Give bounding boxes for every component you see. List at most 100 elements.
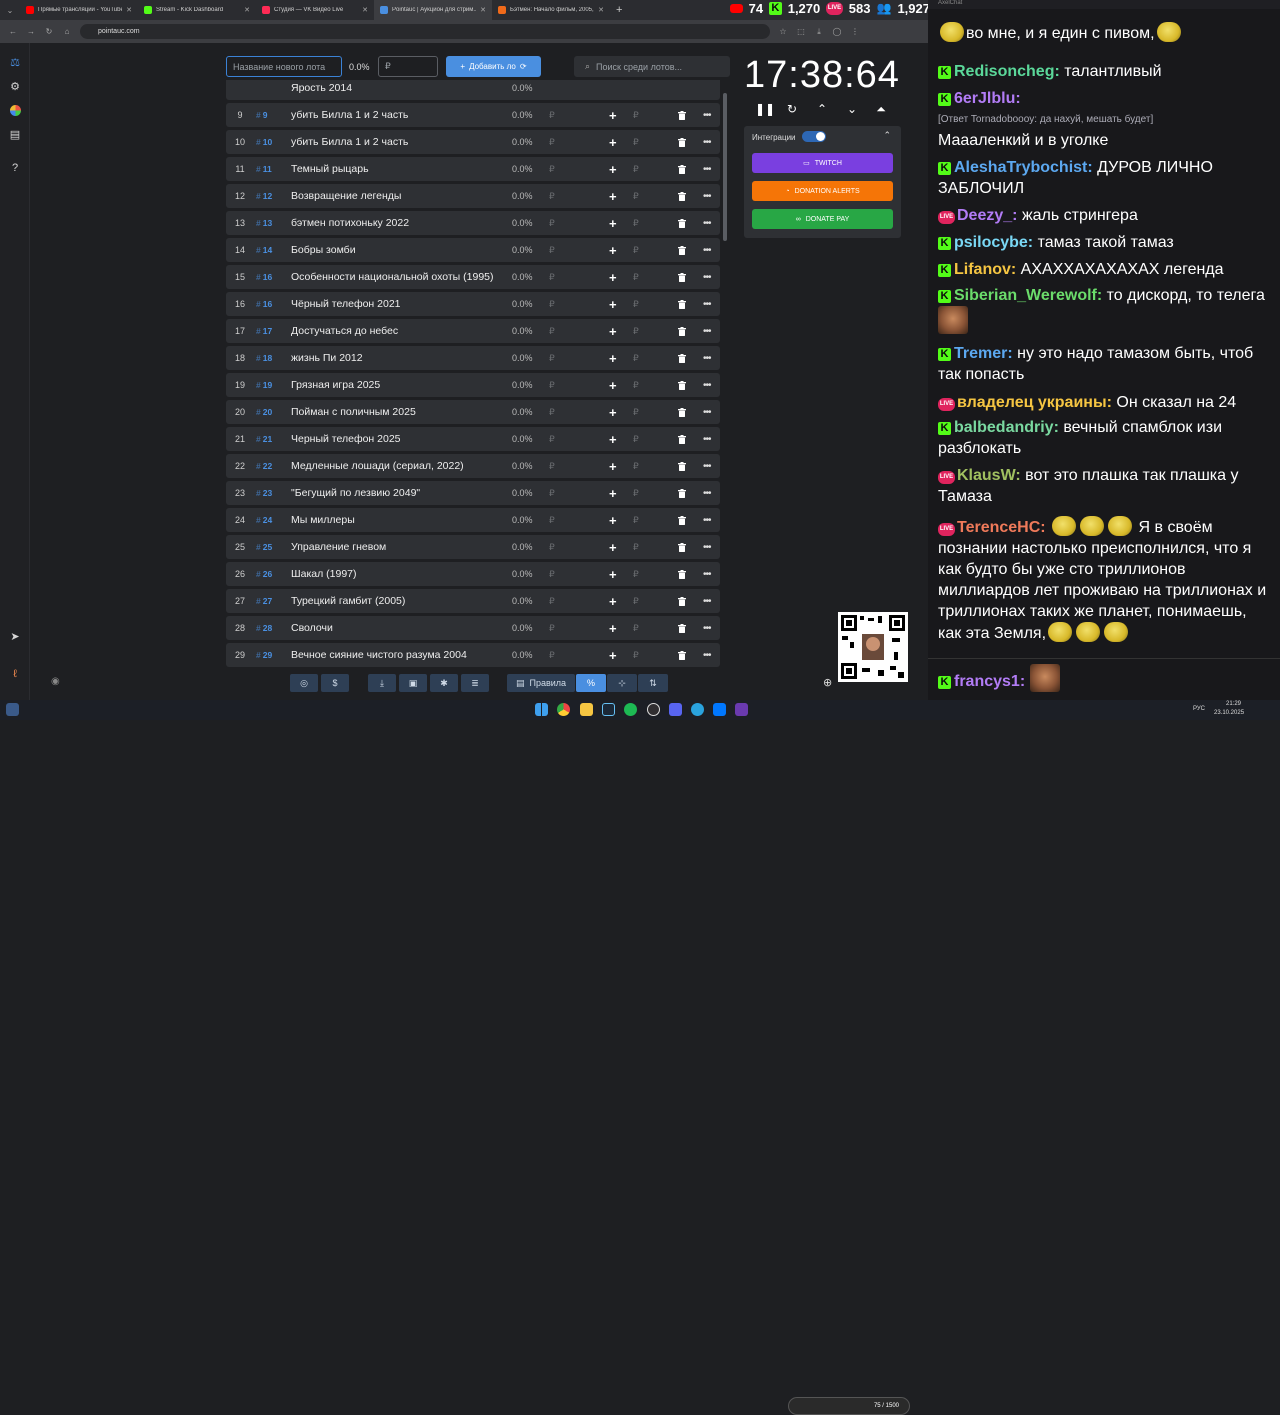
lot-extra-amount[interactable]: ₽ <box>633 137 639 148</box>
lot-name[interactable]: бэтмен потихоньку 2022 <box>291 217 409 229</box>
add-amount-icon[interactable]: + <box>609 351 617 366</box>
trash-icon[interactable] <box>678 299 686 309</box>
add-amount-icon[interactable]: + <box>609 162 617 177</box>
add-amount-icon[interactable]: + <box>609 135 617 150</box>
more-icon[interactable]: ••• <box>703 380 711 391</box>
spotify-icon[interactable] <box>624 703 637 716</box>
trash-icon[interactable] <box>678 542 686 552</box>
trash-icon[interactable] <box>678 218 686 228</box>
lot-id[interactable]: #11 <box>256 164 272 174</box>
lot-name[interactable]: Темный рыцарь <box>291 163 369 175</box>
wheel-icon[interactable] <box>8 103 22 117</box>
lot-extra-amount[interactable]: ₽ <box>633 596 639 607</box>
lot-name[interactable]: Управление гневом <box>291 541 386 553</box>
vk-taskbar-icon[interactable] <box>713 703 726 716</box>
add-amount-icon[interactable]: + <box>609 459 617 474</box>
donate-pay-button[interactable]: ∞ DONATE PAY <box>752 209 893 229</box>
lot-amount[interactable]: ₽ <box>549 272 555 283</box>
add-amount-icon[interactable]: + <box>609 405 617 420</box>
add-amount-icon[interactable]: + <box>609 270 617 285</box>
lot-extra-amount[interactable]: ₽ <box>633 326 639 337</box>
lot-id[interactable]: #18 <box>256 353 272 363</box>
lot-amount[interactable]: ₽ <box>549 461 555 472</box>
lot-name[interactable]: Чёрный телефон 2021 <box>291 298 401 310</box>
lot-id[interactable]: #23 <box>256 488 272 498</box>
list-button[interactable]: ≣ <box>461 674 489 692</box>
more-icon[interactable]: ••• <box>703 110 711 121</box>
lot-name[interactable]: убить Билла 1 и 2 часть <box>291 136 408 148</box>
more-icon[interactable]: ••• <box>703 623 711 634</box>
trash-icon[interactable] <box>678 272 686 282</box>
lot-amount[interactable]: ₽ <box>549 218 555 229</box>
clock-date[interactable]: 23.10.2025 <box>1214 710 1244 716</box>
lot-name[interactable]: Пойман с поличным 2025 <box>291 406 416 418</box>
more-icon[interactable]: ••• <box>703 326 711 337</box>
chat-username[interactable]: 6erJlblu: <box>954 90 1021 107</box>
add-amount-icon[interactable]: + <box>609 324 617 339</box>
lot-name[interactable]: Особенности национальной охоты (1995) <box>291 271 494 283</box>
trash-icon[interactable] <box>678 650 686 660</box>
lot-id[interactable]: #24 <box>256 515 272 525</box>
more-icon[interactable]: ••• <box>703 488 711 499</box>
lot-amount[interactable]: ₽ <box>549 488 555 499</box>
clock-time[interactable]: 21:29 <box>1226 701 1241 707</box>
pause-icon[interactable]: ❚❚ <box>755 102 775 116</box>
lot-extra-amount[interactable]: ₽ <box>633 461 639 472</box>
currency-button[interactable]: $ <box>321 674 349 692</box>
add-lot-button[interactable]: + Добавить ло ⟳ <box>446 56 541 77</box>
add-amount-icon[interactable]: + <box>609 567 617 582</box>
chevron-down-icon[interactable]: ⌄ <box>845 102 859 116</box>
add-amount-icon[interactable]: + <box>609 540 617 555</box>
amount-input[interactable]: ₽ <box>378 56 438 77</box>
lot-id[interactable]: #10 <box>256 137 272 147</box>
lot-amount[interactable]: ₽ <box>549 191 555 202</box>
browser-tab[interactable]: Бэтмен: Начало фильм, 2005, ... ✕ <box>492 0 610 20</box>
more-icon[interactable]: ••• <box>703 299 711 310</box>
chrome-icon[interactable] <box>557 703 570 716</box>
files-icon[interactable] <box>580 703 593 716</box>
lot-extra-amount[interactable]: ₽ <box>633 488 639 499</box>
lot-id[interactable]: #16 <box>256 299 272 309</box>
trash-icon[interactable] <box>678 137 686 147</box>
add-amount-icon[interactable]: + <box>609 594 617 609</box>
add-amount-icon[interactable]: + <box>609 621 617 636</box>
lot-id[interactable]: #26 <box>256 569 272 579</box>
lot-extra-amount[interactable]: ₽ <box>633 515 639 526</box>
trash-icon[interactable] <box>678 407 686 417</box>
chat-username[interactable]: Redisoncheg: <box>954 63 1060 80</box>
lot-extra-amount[interactable]: ₽ <box>633 542 639 553</box>
app-icon[interactable] <box>669 703 682 716</box>
lot-amount[interactable]: ₽ <box>549 407 555 418</box>
url-field[interactable]: pointauc.com <box>80 24 770 39</box>
more-icon[interactable]: ••• <box>703 137 711 148</box>
donate-icon[interactable]: ℓ <box>8 667 22 681</box>
lot-amount[interactable]: ₽ <box>549 353 555 364</box>
lot-name[interactable]: "Бегущий по лезвию 2049" <box>291 487 420 499</box>
reset-icon[interactable]: ↻ <box>785 102 799 116</box>
lot-amount[interactable]: ₽ <box>549 650 555 661</box>
lot-id[interactable]: #21 <box>256 434 272 444</box>
lot-amount[interactable]: ₽ <box>549 164 555 175</box>
lot-name[interactable]: Шакал (1997) <box>291 568 357 580</box>
lot-id[interactable]: #16 <box>256 272 272 282</box>
lot-extra-amount[interactable]: ₽ <box>633 218 639 229</box>
lot-list-scrollbar[interactable] <box>723 93 727 241</box>
chevron-up-icon[interactable]: ⌃ <box>815 102 829 116</box>
double-chevron-up-icon[interactable]: ⏶ <box>874 102 888 116</box>
download-icon[interactable]: ⤓ <box>814 27 824 37</box>
lot-amount[interactable]: ₽ <box>549 623 555 634</box>
lot-extra-amount[interactable]: ₽ <box>633 380 639 391</box>
lot-amount[interactable]: ₽ <box>549 380 555 391</box>
add-amount-icon[interactable]: + <box>609 486 617 501</box>
trash-icon[interactable] <box>678 488 686 498</box>
more-icon[interactable]: ••• <box>703 515 711 526</box>
close-icon[interactable]: ✕ <box>244 6 250 14</box>
chat-username[interactable]: Siberian_Werewolf: <box>954 287 1102 304</box>
more-icon[interactable]: ••• <box>703 596 711 607</box>
bug-button[interactable]: ✱ <box>430 674 458 692</box>
lot-amount[interactable]: ₽ <box>549 542 555 553</box>
lot-id[interactable]: #28 <box>256 623 272 633</box>
reload-icon[interactable]: ↻ <box>44 27 54 36</box>
trash-icon[interactable] <box>678 191 686 201</box>
back-icon[interactable]: ← <box>8 27 18 36</box>
